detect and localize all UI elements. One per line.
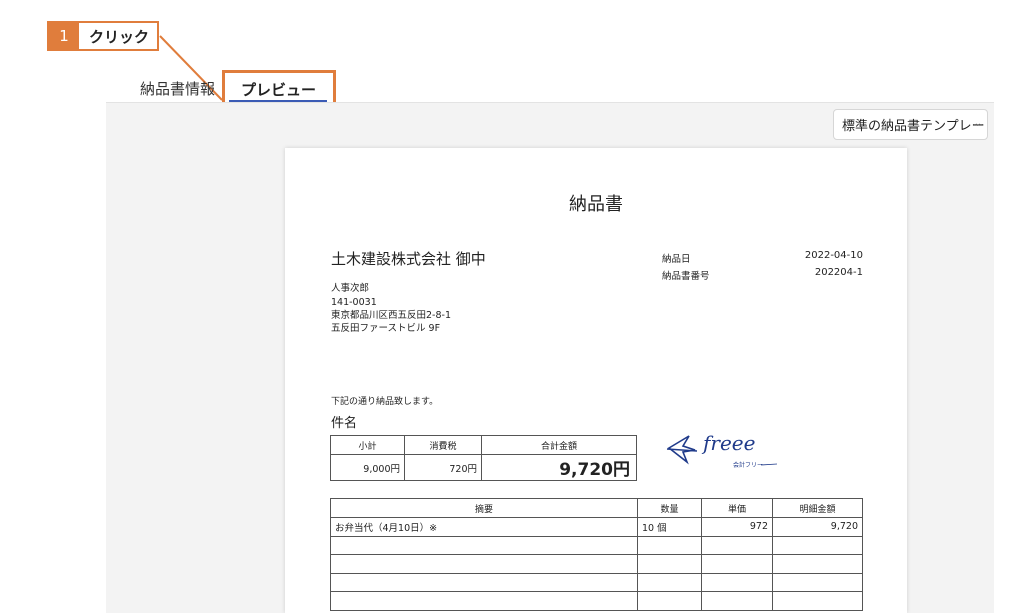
item-amount: 9,720 <box>772 517 863 537</box>
items-header: 明細金額 <box>772 498 863 518</box>
summary-header: 合計金額 <box>481 435 637 455</box>
table-row <box>330 535 863 555</box>
item-quantity <box>637 554 702 574</box>
table-row <box>330 591 863 611</box>
delivery-number-label: 納品書番号 <box>662 271 710 282</box>
item-unit-price <box>701 554 773 574</box>
step-number: 1 <box>49 23 79 49</box>
subject-label: 件名 <box>331 416 358 431</box>
tab-delivery-info[interactable]: 納品書情報 <box>140 78 215 99</box>
delivery-note-document: 納品書 土木建設株式会社 御中 人事次郎 141-0031 東京都品川区西五反田… <box>285 148 907 613</box>
item-description <box>330 554 638 574</box>
chevron-down-icon: ⌄ <box>973 118 982 129</box>
items-header: 数量 <box>637 498 702 518</box>
client-name: 土木建設株式会社 御中 <box>331 250 486 268</box>
delivery-number-value: 202204-1 <box>814 267 863 278</box>
item-unit-price <box>701 572 773 592</box>
item-amount <box>772 572 863 592</box>
item-description <box>330 535 638 555</box>
items-header: 単価 <box>701 498 773 518</box>
summary-header: 消費税 <box>404 435 482 455</box>
document-title: 納品書 <box>569 194 623 215</box>
step-callout: 1 クリック <box>47 21 160 51</box>
template-select-value: 標準の納品書テンプレー <box>842 119 985 134</box>
item-quantity <box>637 591 702 611</box>
tax-value: 720円 <box>404 454 482 481</box>
building-name: 五反田ファーストビル 9F <box>331 323 441 334</box>
table-row <box>330 554 863 574</box>
total-value: 9,720円 <box>481 454 637 481</box>
swallow-icon: freee 会計フリー <box>666 431 778 469</box>
contact-name: 人事次郎 <box>331 283 370 294</box>
delivery-date-value: 2022-04-10 <box>804 250 863 261</box>
item-unit-price <box>701 535 773 555</box>
item-quantity: 10 個 <box>637 517 702 537</box>
table-row: お弁当代（4月10日）※ 10 個 972 9,720 <box>330 517 863 537</box>
template-select[interactable]: 標準の納品書テンプレー ⌄ <box>833 109 988 140</box>
delivery-date-label: 納品日 <box>662 254 691 265</box>
summary-table: 小計 消費税 合計金額 9,000円 720円 9,720円 <box>330 435 637 481</box>
intro-text: 下記の通り納品致します。 <box>331 397 439 407</box>
item-quantity <box>637 572 702 592</box>
item-description <box>330 572 638 592</box>
item-amount <box>772 554 863 574</box>
subtotal-value: 9,000円 <box>330 454 405 481</box>
step-instruction: クリック <box>89 27 150 46</box>
table-row <box>330 572 863 592</box>
logo-caption: 会計フリー <box>733 461 763 469</box>
summary-header: 小計 <box>330 435 405 455</box>
item-unit-price <box>701 591 773 611</box>
postal-code: 141-0031 <box>331 297 377 308</box>
items-header: 摘要 <box>330 498 638 518</box>
item-description <box>330 591 638 611</box>
freee-logo: freee 会計フリー <box>663 426 783 480</box>
item-description: お弁当代（4月10日）※ <box>330 517 638 537</box>
items-table: 摘要 数量 単価 明細金額 お弁当代（4月10日）※ 10 個 972 9,72… <box>330 498 863 611</box>
tab-preview[interactable]: プレビュー <box>241 79 316 100</box>
item-amount <box>772 535 863 555</box>
address-line: 東京都品川区西五反田2-8-1 <box>331 310 451 321</box>
logo-wordmark: freee <box>701 431 755 455</box>
item-amount <box>772 591 863 611</box>
item-unit-price: 972 <box>701 517 773 537</box>
item-quantity <box>637 535 702 555</box>
